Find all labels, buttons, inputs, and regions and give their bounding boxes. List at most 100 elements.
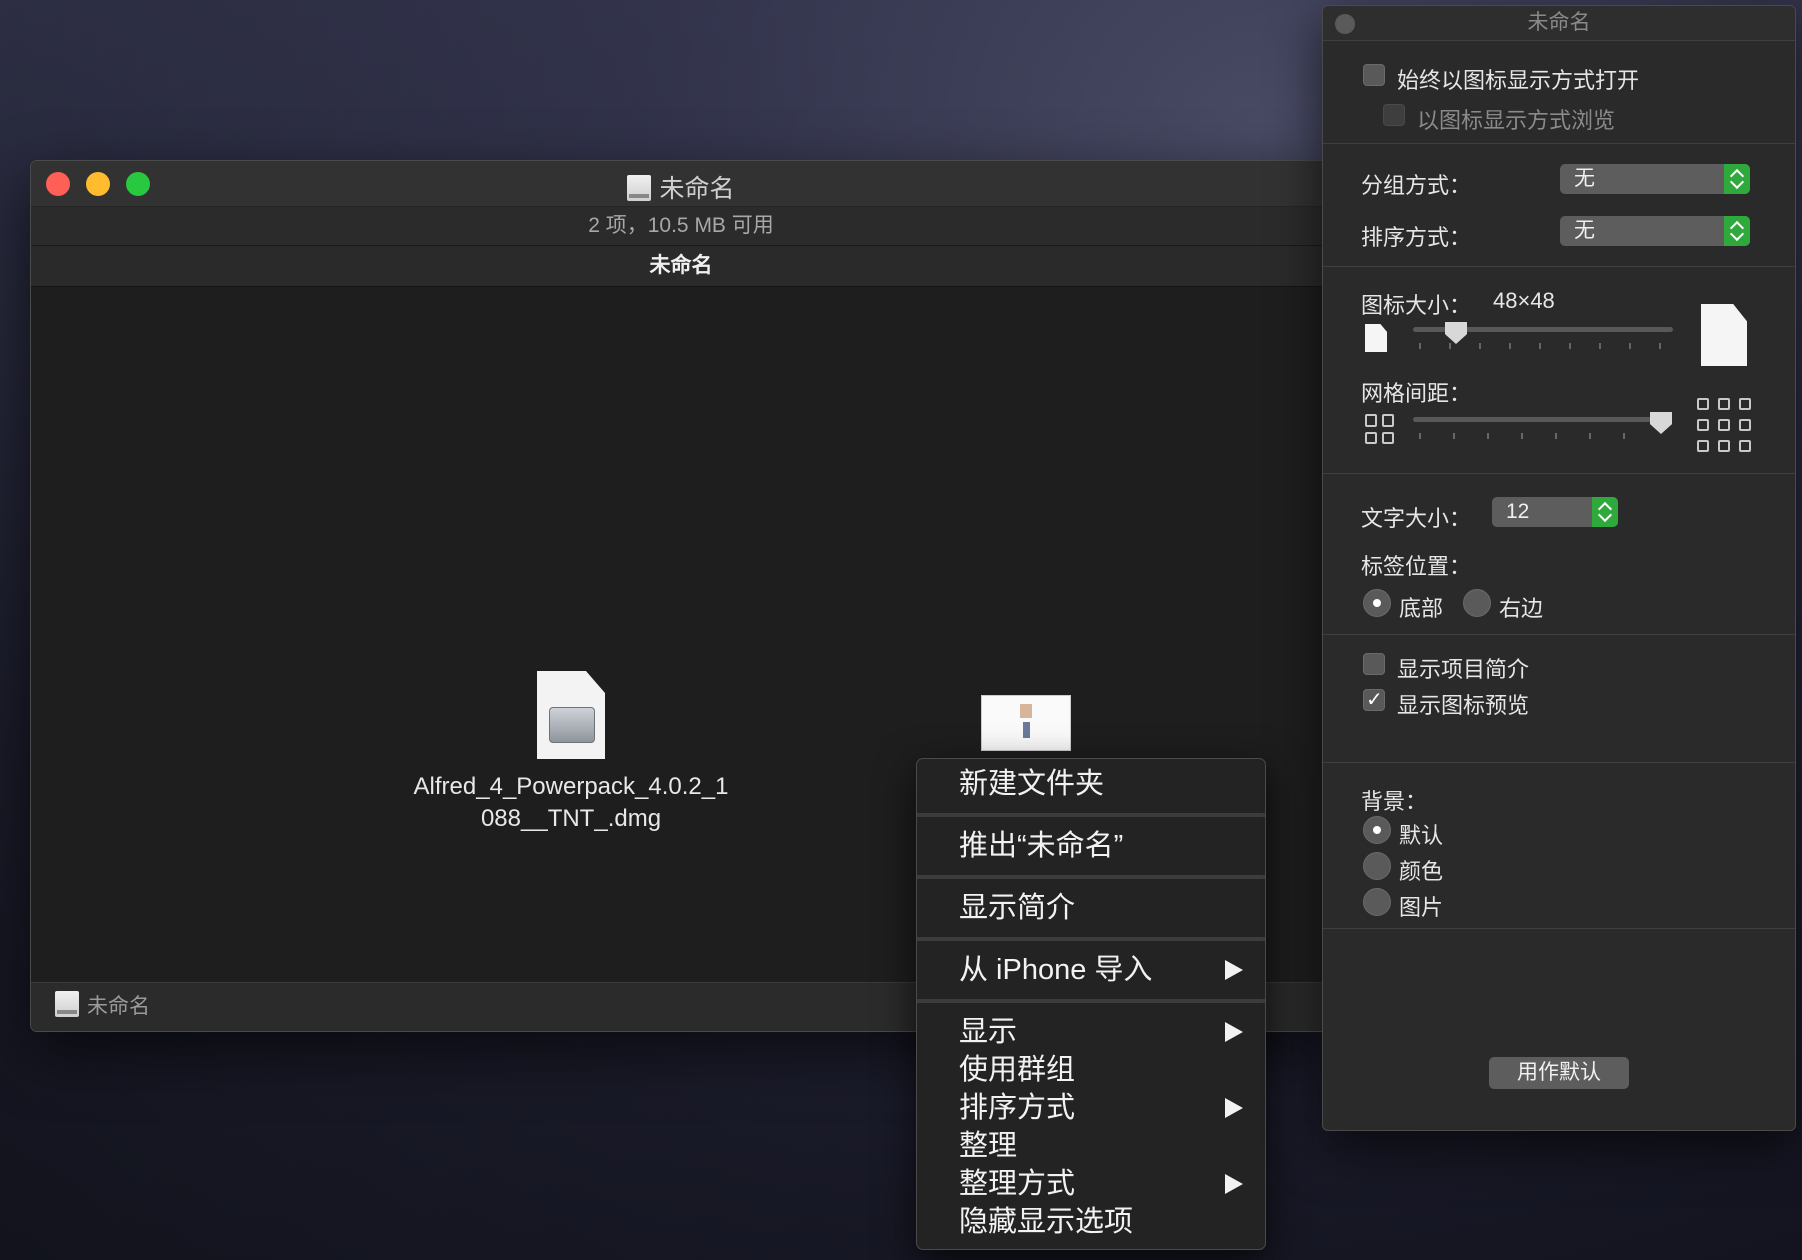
menu-item-label: 新建文件夹 [959,768,1105,800]
grid-large-icon [1697,398,1751,452]
background-default-radio[interactable] [1363,816,1391,844]
file-name: 088__TNT_.dmg [480,805,662,832]
menu-separator [917,813,1265,817]
background-picture-radio[interactable] [1363,888,1391,916]
menu-separator [917,999,1265,1003]
menu-item-label: 整理方式 [959,1168,1076,1200]
status-bar: 2 项，10.5 MB 可用 [31,207,1331,246]
slider-tick [1509,343,1511,349]
path-title: 未命名 [31,246,1331,287]
menu-item-label: 推出“未命名” [959,830,1124,862]
menu-item-show[interactable]: 显示 [917,1013,1265,1051]
menu-item-eject[interactable]: 推出“未命名” [917,827,1265,865]
menu-item-get-info[interactable]: 显示简介 [917,889,1265,927]
icon-size-label: 图标大小： [1361,293,1472,318]
divider [1323,634,1795,635]
group-by-label: 分组方式： [1361,173,1472,198]
panel-close-button[interactable] [1335,14,1355,34]
file-item-dmg[interactable]: Alfred_4_Powerpack_4.0.2_1 088__TNT_.dmg [371,671,771,835]
divider [1323,143,1795,144]
use-as-defaults-button[interactable]: 用作默认 [1489,1057,1629,1089]
slider-tick [1419,433,1421,439]
show-icon-preview-checkbox[interactable] [1363,687,1385,711]
window-title: 未命名 [31,169,1331,205]
sort-by-value: 无 [1574,219,1595,242]
menu-item-new-folder[interactable]: 新建文件夹 [917,765,1265,803]
slider-tick [1539,343,1541,349]
background-picture-label: 图片 [1399,895,1444,920]
menu-item-label: 整理 [959,1130,1018,1162]
stepper-icon [1724,164,1750,194]
view-options-panel: 未命名 始终以图标显示方式打开 以图标显示方式浏览 分组方式： 无 排序方式： … [1322,5,1796,1131]
submenu-arrow-icon [1225,960,1243,980]
background-label: 背景： [1361,789,1428,814]
group-by-value: 无 [1574,167,1595,190]
slider-tick [1521,433,1523,439]
slider-tick [1629,343,1631,349]
image-thumbnail-icon [981,695,1071,751]
menu-item-label: 从 iPhone 导入 [959,954,1153,986]
label-position-bottom-label: 底部 [1399,596,1444,621]
background-color-radio[interactable] [1363,852,1391,880]
grid-small-icon [1365,414,1395,444]
icon-size-value: 48×48 [1493,288,1555,313]
panel-title: 未命名 [1527,11,1591,34]
label-position-label: 标签位置： [1361,554,1472,579]
show-item-info-checkbox[interactable] [1363,653,1385,675]
context-menu: 新建文件夹 推出“未命名” 显示简介 从 iPhone 导入 显示 使用群组 排… [916,758,1266,1250]
text-size-label: 文字大小： [1361,506,1472,531]
slider-tick [1479,343,1481,349]
background-default-label: 默认 [1399,823,1444,848]
divider [1323,266,1795,267]
menu-item-clean-up[interactable]: 整理 [917,1127,1265,1165]
label-position-bottom-radio[interactable] [1363,589,1391,617]
grid-spacing-slider[interactable] [1413,417,1663,422]
browse-icon-view-label: 以图标显示方式浏览 [1417,108,1616,133]
icon-size-slider-knob[interactable] [1445,322,1467,344]
slider-tick [1453,433,1455,439]
large-document-icon [1701,304,1747,366]
small-document-icon [1365,324,1387,352]
submenu-arrow-icon [1225,1174,1243,1194]
divider [1323,762,1795,763]
stepper-icon [1592,497,1618,527]
disk-icon [55,991,79,1017]
menu-item-label: 显示 [959,1016,1018,1048]
always-open-icon-view-checkbox[interactable] [1363,64,1385,86]
dmg-file-icon [537,671,605,759]
text-size-value: 12 [1506,500,1530,523]
show-item-info-label: 显示项目简介 [1397,657,1530,682]
window-title-text: 未命名 [659,175,735,203]
show-icon-preview-label: 显示图标预览 [1397,693,1530,718]
background-color-label: 颜色 [1399,859,1444,884]
menu-item-clean-up-by[interactable]: 整理方式 [917,1165,1265,1203]
menu-item-import-iphone[interactable]: 从 iPhone 导入 [917,951,1265,989]
submenu-arrow-icon [1225,1098,1243,1118]
text-size-select[interactable]: 12 [1492,497,1618,527]
slider-tick [1589,433,1591,439]
label-position-right-label: 右边 [1499,596,1544,621]
sort-by-select[interactable]: 无 [1560,216,1750,246]
title-bar[interactable]: 未命名 [31,161,1331,207]
menu-item-label: 排序方式 [959,1092,1076,1124]
group-by-select[interactable]: 无 [1560,164,1750,194]
slider-tick [1623,433,1625,439]
menu-item-hide-view-options[interactable]: 隐藏显示选项 [917,1203,1265,1241]
divider [1323,928,1795,929]
menu-separator [917,875,1265,879]
grid-spacing-label: 网格间距： [1361,381,1472,406]
disk-icon [627,175,652,201]
divider [1323,473,1795,474]
menu-item-use-groups[interactable]: 使用群组 [917,1051,1265,1089]
slider-tick [1487,433,1489,439]
menu-item-label: 使用群组 [959,1054,1076,1086]
slider-tick [1659,343,1661,349]
browse-icon-view-checkbox[interactable] [1383,104,1405,126]
slider-tick [1555,433,1557,439]
stepper-icon [1724,216,1750,246]
menu-item-sort-by[interactable]: 排序方式 [917,1089,1265,1127]
grid-spacing-slider-knob[interactable] [1650,412,1672,434]
label-position-right-radio[interactable] [1463,589,1491,617]
file-name: Alfred_4_Powerpack_4.0.2_1 [413,773,729,800]
panel-title-bar[interactable]: 未命名 [1323,6,1795,41]
